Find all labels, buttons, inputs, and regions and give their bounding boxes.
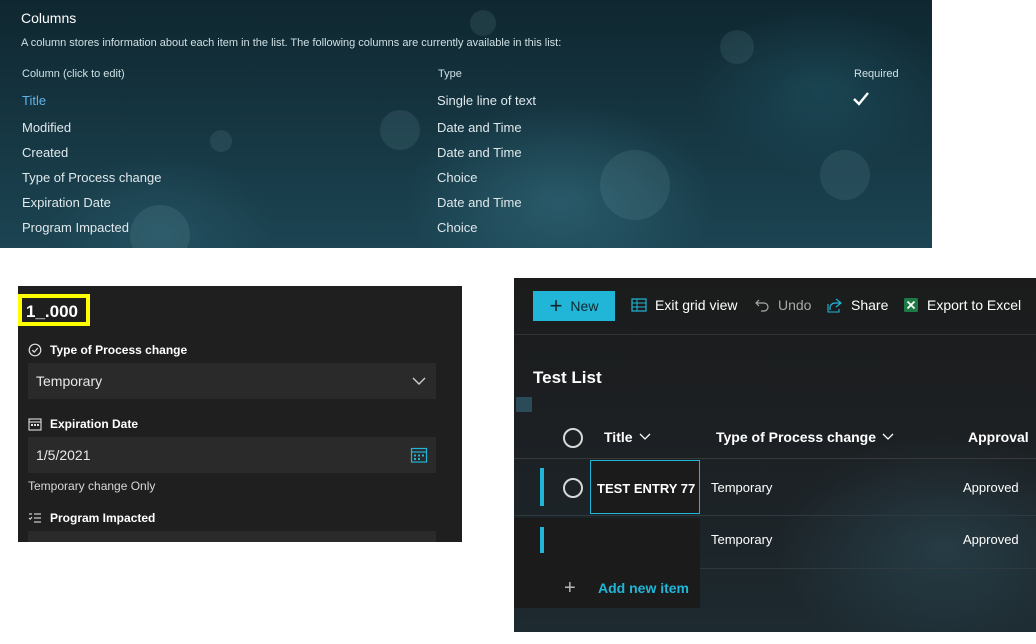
column-link-program-impacted[interactable]: Program Impacted <box>22 220 129 235</box>
column-type: Choice <box>437 220 478 235</box>
background-bubble <box>470 10 496 36</box>
new-button[interactable]: + New <box>533 291 615 321</box>
program-impacted-dropdown[interactable] <box>28 531 436 542</box>
column-header-label: Approval <box>968 429 1029 445</box>
column-link-expiration-date[interactable]: Expiration Date <box>22 195 111 210</box>
process-change-cell[interactable]: Temporary <box>711 532 772 547</box>
background-bubble <box>820 150 870 200</box>
expiration-date-input[interactable]: 1/5/2021 <box>28 437 436 473</box>
undo-label: Undo <box>778 297 812 313</box>
column-header-approval[interactable]: Approval <box>968 429 1029 445</box>
date-value: 1/5/2021 <box>36 447 91 463</box>
section-description: A column stores information about each i… <box>21 37 562 49</box>
date-picker-icon[interactable] <box>410 446 428 464</box>
column-link-title[interactable]: Title <box>22 93 46 108</box>
background-bubble <box>380 110 420 150</box>
plus-icon: + <box>549 293 563 318</box>
add-new-item-button[interactable]: + Add new item <box>514 568 700 608</box>
required-check-icon <box>853 92 869 106</box>
field-label-text: Expiration Date <box>50 417 139 431</box>
column-type: Single line of text <box>437 93 537 108</box>
list-title: Test List <box>533 368 602 387</box>
share-icon <box>827 298 842 313</box>
share-label: Share <box>851 297 889 313</box>
export-to-excel-button[interactable]: Export to Excel <box>903 297 1021 313</box>
table-row[interactable]: Temporary Approved <box>514 518 1036 569</box>
dropdown-value: Temporary <box>36 373 103 389</box>
background-bubble <box>130 205 190 248</box>
process-change-dropdown[interactable]: Temporary <box>28 363 436 399</box>
calendar-icon <box>28 418 42 431</box>
program-impacted-label: Program Impacted <box>28 511 155 525</box>
list-grid-view: + New Exit grid view Undo Share Export t… <box>514 278 1036 632</box>
exit-grid-label: Exit grid view <box>655 297 738 313</box>
command-bar: + New Exit grid view Undo Share Export t… <box>514 278 1036 335</box>
add-new-item-label: Add new item <box>598 580 690 596</box>
background-bubble <box>210 130 232 152</box>
excel-icon <box>904 298 918 312</box>
select-all-radio[interactable] <box>563 428 583 448</box>
process-change-label: Type of Process change <box>28 343 187 357</box>
approval-cell[interactable]: Approved <box>963 480 1019 495</box>
column-type: Date and Time <box>437 195 522 210</box>
column-type: Date and Time <box>437 120 522 135</box>
title-cell-editing[interactable]: TEST ENTRY 77 <box>590 460 700 514</box>
column-link-created[interactable]: Created <box>22 145 68 160</box>
column-header-label: Title <box>604 429 633 445</box>
row-select-radio[interactable] <box>563 478 583 498</box>
new-button-label: New <box>570 298 599 314</box>
row-indicator <box>540 468 544 506</box>
chevron-down-icon <box>882 433 894 440</box>
row-indicator <box>540 527 544 553</box>
column-header-process-change[interactable]: Type of Process change <box>716 429 894 445</box>
column-header-label: Type of Process change <box>716 429 877 445</box>
item-id: 1_.000 <box>26 302 78 321</box>
column-header-type: Type <box>438 68 462 80</box>
column-header-name: Column (click to edit) <box>22 68 125 80</box>
expiration-date-label: Expiration Date <box>28 417 138 431</box>
share-button[interactable]: Share <box>827 297 888 313</box>
columns-settings-panel: Columns A column stores information abou… <box>0 0 932 248</box>
title-cell-text: TEST ENTRY 77 <box>597 481 696 496</box>
column-type: Date and Time <box>437 145 522 160</box>
column-header-title[interactable]: Title <box>604 429 651 445</box>
grid-header-row: Title Type of Process change Approval <box>514 418 1036 459</box>
column-link-modified[interactable]: Modified <box>22 120 71 135</box>
section-title: Columns <box>21 10 77 26</box>
approval-cell[interactable]: Approved <box>963 532 1019 547</box>
plus-icon: + <box>564 577 576 599</box>
field-label-text: Program Impacted <box>50 511 156 525</box>
field-hint: Temporary change Only <box>28 479 156 493</box>
check-circle-icon <box>28 343 42 357</box>
undo-icon <box>755 299 769 312</box>
column-header-required: Required <box>854 68 899 80</box>
background-bubble <box>720 30 754 64</box>
export-label: Export to Excel <box>927 297 1022 313</box>
item-edit-form: 1_.000 Type of Process change Temporary … <box>18 286 462 542</box>
chevron-down-icon <box>639 433 650 440</box>
background-bubble <box>600 150 670 220</box>
list-icon <box>28 513 41 523</box>
exit-grid-view-button[interactable]: Exit grid view <box>631 297 737 313</box>
accent-block <box>516 397 532 412</box>
column-link-type-of-process-change[interactable]: Type of Process change <box>22 170 161 185</box>
grid-icon <box>631 298 647 312</box>
undo-button[interactable]: Undo <box>754 297 811 313</box>
chevron-down-icon <box>412 377 426 385</box>
column-type: Choice <box>437 170 478 185</box>
field-label-text: Type of Process change <box>50 343 188 357</box>
process-change-cell[interactable]: Temporary <box>711 480 772 495</box>
